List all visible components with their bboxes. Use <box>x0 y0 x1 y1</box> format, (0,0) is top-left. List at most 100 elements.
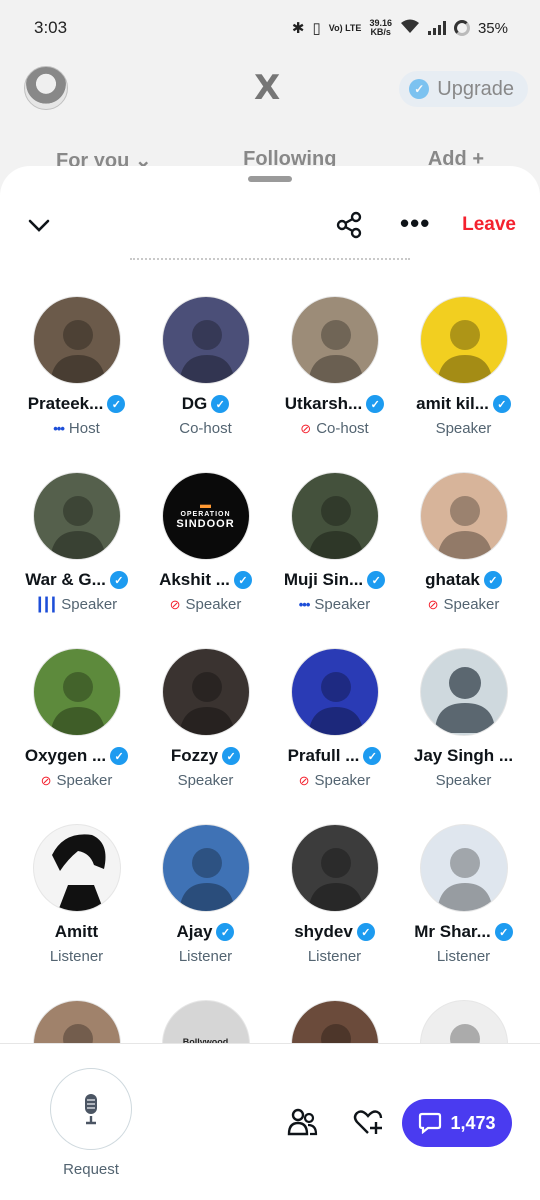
participant-card[interactable]: War & G... ✓ ┃┃┃ Speaker <box>12 472 141 648</box>
chat-button[interactable]: 1,473 <box>402 1099 512 1147</box>
participant-avatar[interactable] <box>419 648 508 736</box>
status-bar: 3:03 ✱ ▯ Vo) LTE 39.16 KB/s 35% <box>0 0 540 56</box>
photo-silhouette <box>436 848 493 911</box>
participant-role-row: Listener <box>308 948 361 965</box>
participant-name-row: Ajay ✓ <box>177 922 235 942</box>
participant-name: Prafull ... <box>287 746 360 765</box>
photo-silhouette <box>178 848 235 911</box>
participant-name: Mr Shar... <box>414 922 491 941</box>
photo-silhouette <box>307 320 364 383</box>
bottom-bar: Request 1,473 <box>0 1043 540 1200</box>
participant-name: Utkarsh... <box>284 394 363 413</box>
speaking-dots-icon: ••• <box>53 421 65 436</box>
participant-role-row: ••• Speaker <box>299 596 371 613</box>
participant-name-row: Mr Shar... ✓ <box>414 922 513 942</box>
participant-role-row: Speaker <box>178 772 234 789</box>
request-mic-button[interactable] <box>50 1068 132 1150</box>
verified-icon: ✓ <box>409 79 430 99</box>
chat-bubble-icon <box>419 1112 442 1134</box>
participant-name: Fozzy <box>170 746 219 765</box>
participant-card[interactable]: DG ✓ Co-host <box>141 296 270 472</box>
participant-role: Listener <box>436 948 491 965</box>
verified-badge-icon: ✓ <box>366 395 385 413</box>
photo-silhouette <box>49 496 106 559</box>
verified-badge-icon: ✓ <box>356 923 375 941</box>
participant-card[interactable]: amit kil... ✓ Speaker <box>399 296 528 472</box>
space-toolbar: ••• Leave <box>0 204 540 248</box>
participant-name-row: Jay Singh ... <box>414 746 513 766</box>
participant-role: Speaker <box>435 772 492 789</box>
participant-role: Speaker <box>56 772 113 789</box>
participant-avatar[interactable] <box>419 472 508 560</box>
default-avatar-icon <box>434 667 495 733</box>
participant-role-row: Listener <box>179 948 232 965</box>
participant-avatar[interactable] <box>290 296 379 384</box>
participant-card[interactable]: Utkarsh... ✓ ⊘ Co-host <box>270 296 399 472</box>
photo-silhouette <box>49 672 106 735</box>
photo-silhouette <box>436 496 493 559</box>
participant-avatar[interactable] <box>290 824 379 912</box>
participant-card[interactable]: Prateek... ✓ ••• Host <box>12 296 141 472</box>
participant-card[interactable]: shydev ✓ Listener <box>270 824 399 1000</box>
drag-handle[interactable] <box>248 176 292 182</box>
verified-badge-icon: ✓ <box>107 395 126 413</box>
participant-role-row: ⊘ Speaker <box>41 772 113 789</box>
participant-card[interactable]: Oxygen ... ✓ ⊘ Speaker <box>12 648 141 824</box>
participant-avatar[interactable] <box>419 296 508 384</box>
participant-role-row: ⊘ Speaker <box>299 772 371 789</box>
participant-card[interactable]: Ajay ✓ Listener <box>141 824 270 1000</box>
participant-role: Speaker <box>314 772 371 789</box>
participant-role: Speaker <box>314 596 371 613</box>
profile-avatar[interactable] <box>24 66 68 110</box>
photo-silhouette <box>178 672 235 735</box>
anime-avatar-icon <box>51 834 105 911</box>
muted-mic-icon: ⊘ <box>427 597 439 612</box>
participant-card[interactable]: Mr Shar... ✓ Listener <box>399 824 528 1000</box>
participant-card[interactable]: ghatak ✓ ⊘ Speaker <box>399 472 528 648</box>
participant-role-row: Listener <box>50 948 103 965</box>
participant-role-row: Co-host <box>179 420 232 437</box>
bluetooth-icon: ✱ <box>291 20 305 37</box>
people-icon[interactable] <box>286 1106 318 1138</box>
verified-badge-icon: ✓ <box>216 923 235 941</box>
participant-avatar[interactable] <box>161 824 250 912</box>
participant-card[interactable]: Muji Sin... ✓ ••• Speaker <box>270 472 399 648</box>
photo-silhouette <box>49 320 106 383</box>
avatar-text: ▬ OPERATION SINDOOR <box>176 499 235 530</box>
participant-avatar[interactable]: ▬ OPERATION SINDOOR <box>161 472 250 560</box>
photo-silhouette <box>178 320 235 383</box>
participant-card[interactable]: Prafull ... ✓ ⊘ Speaker <box>270 648 399 824</box>
heart-plus-icon[interactable] <box>352 1106 384 1138</box>
participant-name-row: Akshit ... ✓ <box>159 570 252 590</box>
participant-name: Amitt <box>54 922 99 941</box>
participant-name-row: Prateek... ✓ <box>28 394 126 414</box>
participant-avatar[interactable] <box>32 648 121 736</box>
wifi-icon <box>400 18 420 38</box>
share-icon[interactable] <box>334 210 364 240</box>
participant-name-row: Muji Sin... ✓ <box>284 570 386 590</box>
verified-badge-icon: ✓ <box>109 571 128 589</box>
upgrade-button[interactable]: ✓ Upgrade <box>399 71 528 107</box>
verified-badge-icon: ✓ <box>211 395 230 413</box>
participant-avatar[interactable] <box>161 648 250 736</box>
participant-card[interactable]: Fozzy ✓ Speaker <box>141 648 270 824</box>
participant-avatar[interactable] <box>32 824 121 912</box>
leave-button[interactable]: Leave <box>462 214 516 236</box>
participant-avatar[interactable] <box>161 296 250 384</box>
participant-avatar[interactable] <box>419 824 508 912</box>
participant-avatar[interactable] <box>290 472 379 560</box>
participant-role-row: ⊘ Speaker <box>428 596 500 613</box>
participant-name: ghatak <box>425 570 480 589</box>
participant-role: Speaker <box>61 596 118 613</box>
participant-avatar[interactable] <box>32 472 121 560</box>
participant-avatar[interactable] <box>32 296 121 384</box>
participant-card[interactable]: Amitt Listener <box>12 824 141 1000</box>
participant-role: Listener <box>178 948 233 965</box>
participant-card[interactable]: Jay Singh ... Speaker <box>399 648 528 824</box>
participant-card[interactable]: ▬ OPERATION SINDOOR Akshit ... ✓ ⊘ Speaker <box>141 472 270 648</box>
battery-icon <box>453 20 470 36</box>
more-options-icon[interactable]: ••• <box>400 210 430 236</box>
participant-avatar[interactable] <box>290 648 379 736</box>
collapse-chevron-icon[interactable] <box>26 212 52 238</box>
verified-badge-icon: ✓ <box>233 571 252 589</box>
